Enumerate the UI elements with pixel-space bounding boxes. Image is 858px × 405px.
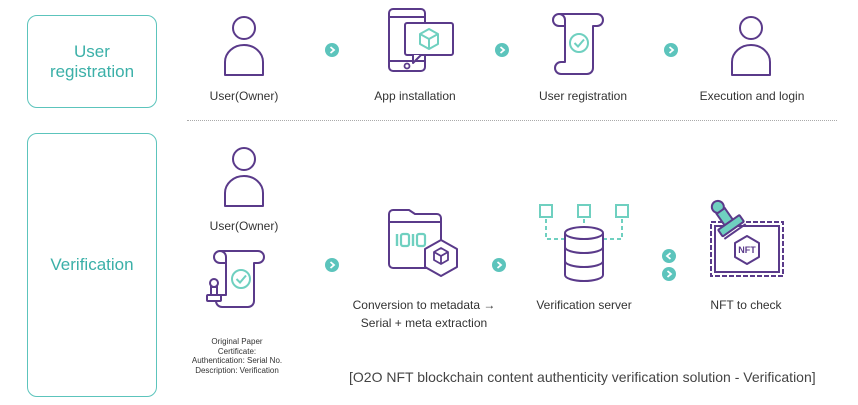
- nft-badge-text: NFT: [738, 245, 756, 255]
- certificate-note: Original Paper Certificate: Authenticati…: [178, 337, 296, 375]
- registration-step-label: App installation: [374, 89, 456, 103]
- user-icon: [731, 16, 771, 76]
- database-icon: [539, 204, 629, 282]
- conversion-label-line2: Serial + meta extraction: [360, 316, 488, 330]
- arrow-right-icon: [664, 43, 678, 57]
- section-divider: [187, 120, 837, 121]
- conversion-label-line1: Conversion to metadata →: [352, 298, 496, 312]
- arrow-right-icon: [325, 43, 339, 57]
- registration-step-label: User(Owner): [209, 89, 279, 103]
- diagram-caption: [O2O NFT blockchain content authenticity…: [349, 369, 816, 385]
- arrow-right-icon: [492, 258, 506, 272]
- document-check-icon: [552, 13, 604, 75]
- certificate-note-line: Authentication: Serial No.: [191, 356, 283, 365]
- certificate-note-line: Original Paper: [211, 337, 263, 346]
- user-registration-box: User registration: [27, 15, 157, 108]
- registration-step-label: User registration: [538, 89, 628, 103]
- verification-user-label: User(Owner): [209, 219, 279, 233]
- folder-binary-icon: [388, 209, 458, 277]
- user-registration-title-line1: User: [74, 41, 110, 61]
- phone-app-icon: [388, 8, 454, 72]
- verification-title: Verification: [50, 255, 134, 274]
- nft-stamp-icon: NFT: [710, 199, 784, 277]
- user-registration-title-line2: registration: [49, 61, 135, 81]
- nft-to-check-label: NFT to check: [710, 298, 782, 312]
- certificate-stamp-icon: [206, 250, 265, 308]
- user-icon: [224, 16, 264, 76]
- arrow-left-icon: [662, 249, 676, 263]
- arrow-right-icon: [495, 43, 509, 57]
- certificate-note-line: Certificate:: [217, 346, 257, 356]
- conversion-label: Conversion to metadata → Serial + meta e…: [346, 296, 502, 332]
- verification-server-label: Verification server: [536, 298, 632, 312]
- user-icon: [224, 147, 264, 207]
- arrow-right-icon: [662, 267, 676, 281]
- certificate-note-line: Description: Verification: [195, 365, 279, 375]
- registration-step-label: Execution and login: [699, 89, 805, 103]
- arrow-right-icon: [325, 258, 339, 272]
- verification-box: Verification: [27, 133, 157, 397]
